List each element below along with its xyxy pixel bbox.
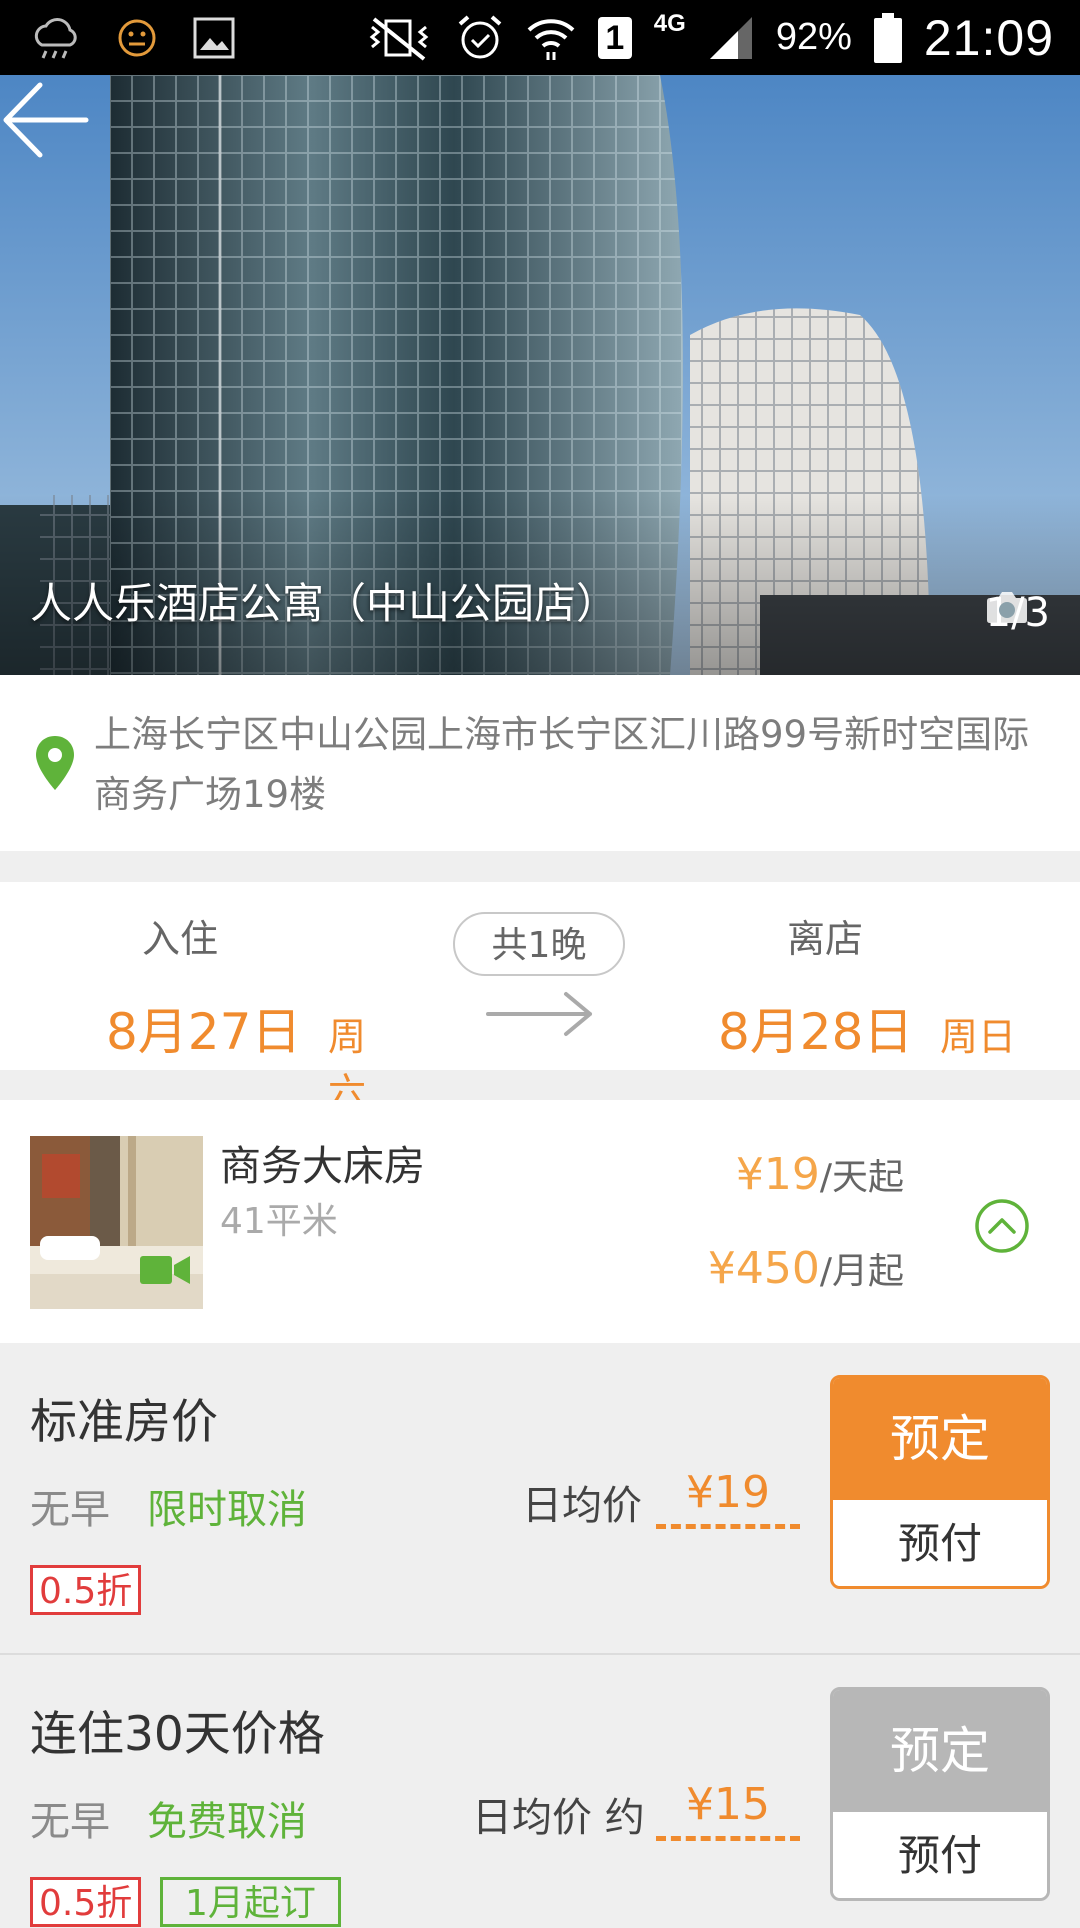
network-type: 4G [653,9,686,37]
weather-icon [34,17,77,59]
cancel-policy: 免费取消 [147,1799,307,1845]
battery-percent: 92% [775,16,852,58]
back-arrow-icon[interactable] [0,75,90,165]
alarm-icon [458,14,502,58]
month-price-value: ¥450 [707,1243,820,1294]
day-price-value: ¥19 [735,1149,820,1200]
prepay-label: 预付 [833,1812,1047,1898]
avg-price-value: ¥19 [686,1467,770,1518]
room-area: 41平米 [220,1201,338,1242]
stay-dates[interactable]: 入住 8月27日 周六 共1晚 离店 8月28日 周日 [0,882,1080,1114]
prepay-label: 预付 [833,1500,1047,1586]
avg-price-underline [656,1836,800,1841]
sim-icon: 1 [597,16,632,59]
meal-info: 无早 [30,1487,110,1533]
checkin-label: 入住 [141,917,218,961]
avg-price-underline [656,1524,800,1529]
address-section[interactable]: 上海长宁区中山公园上海市长宁区汇川路99号新时空国际商务广场19楼 [0,675,1080,851]
face-icon [118,19,156,56]
avg-price-label: 日均价 约 [472,1795,645,1841]
rate-plan-monthly: 连住30天价格 无早 免费取消 0.5折 1月起订 日均价 约 ¥15 预定 预… [0,1655,1080,1927]
room-header[interactable]: 商务大床房 41平米 ¥19/天起 ¥450/月起 [0,1100,1080,1343]
day-price: ¥19/天起 [736,1148,904,1200]
room-thumbnail[interactable] [30,1136,203,1309]
checkout-weekday: 周日 [940,1015,1017,1059]
discount-tag: 0.5折 [30,1565,142,1615]
location-pin-icon [36,736,74,790]
rate-title: 标准房价 [30,1395,218,1450]
battery-icon [873,12,902,63]
arrow-right-icon [486,992,592,1036]
checkout-date: 8月28日 [718,1003,914,1061]
book-label: 预定 [833,1690,1047,1812]
wifi-icon [527,18,575,60]
avg-price-label: 日均价 [522,1483,642,1529]
book-button-disabled[interactable]: 预定 预付 [830,1687,1050,1901]
status-bar: 1 4G 92% 21:09 [0,0,1080,75]
hotel-photo-carousel[interactable]: 人人乐酒店公寓（中山公园店） 1/3 [0,75,1080,675]
signal-icon [709,16,752,59]
clock: 21:09 [923,9,1054,66]
hotel-name: 人人乐酒店公寓（中山公园店） [30,579,619,628]
video-camera-icon [140,1256,190,1284]
room-name: 商务大床房 [220,1142,425,1190]
mute-vibrate-icon [369,16,429,61]
book-button[interactable]: 预定 预付 [830,1375,1050,1589]
photo-counter: 1/3 [986,590,1050,636]
rate-plan-standard: 标准房价 无早 限时取消 0.5折 日均价 ¥19 预定 预付 [0,1343,1080,1653]
checkin-date: 8月27日 [106,1003,302,1061]
meal-info: 无早 [30,1799,110,1845]
gallery-icon [193,17,235,58]
chevron-up-icon[interactable] [974,1198,1030,1254]
day-price-unit: /天起 [819,1157,904,1198]
book-label: 预定 [833,1378,1047,1500]
cancel-policy: 限时取消 [147,1487,307,1533]
rate-title: 连住30天价格 [30,1707,325,1762]
nights-badge: 共1晚 [453,912,625,976]
month-price: ¥450/月起 [708,1242,904,1294]
month-price-unit: /月起 [819,1251,904,1292]
checkout-label: 离店 [786,917,863,961]
camera-icon [986,592,1027,623]
avg-price-value: ¥15 [686,1779,770,1830]
hotel-address: 上海长宁区中山公园上海市长宁区汇川路99号新时空国际商务广场19楼 [94,713,1030,816]
